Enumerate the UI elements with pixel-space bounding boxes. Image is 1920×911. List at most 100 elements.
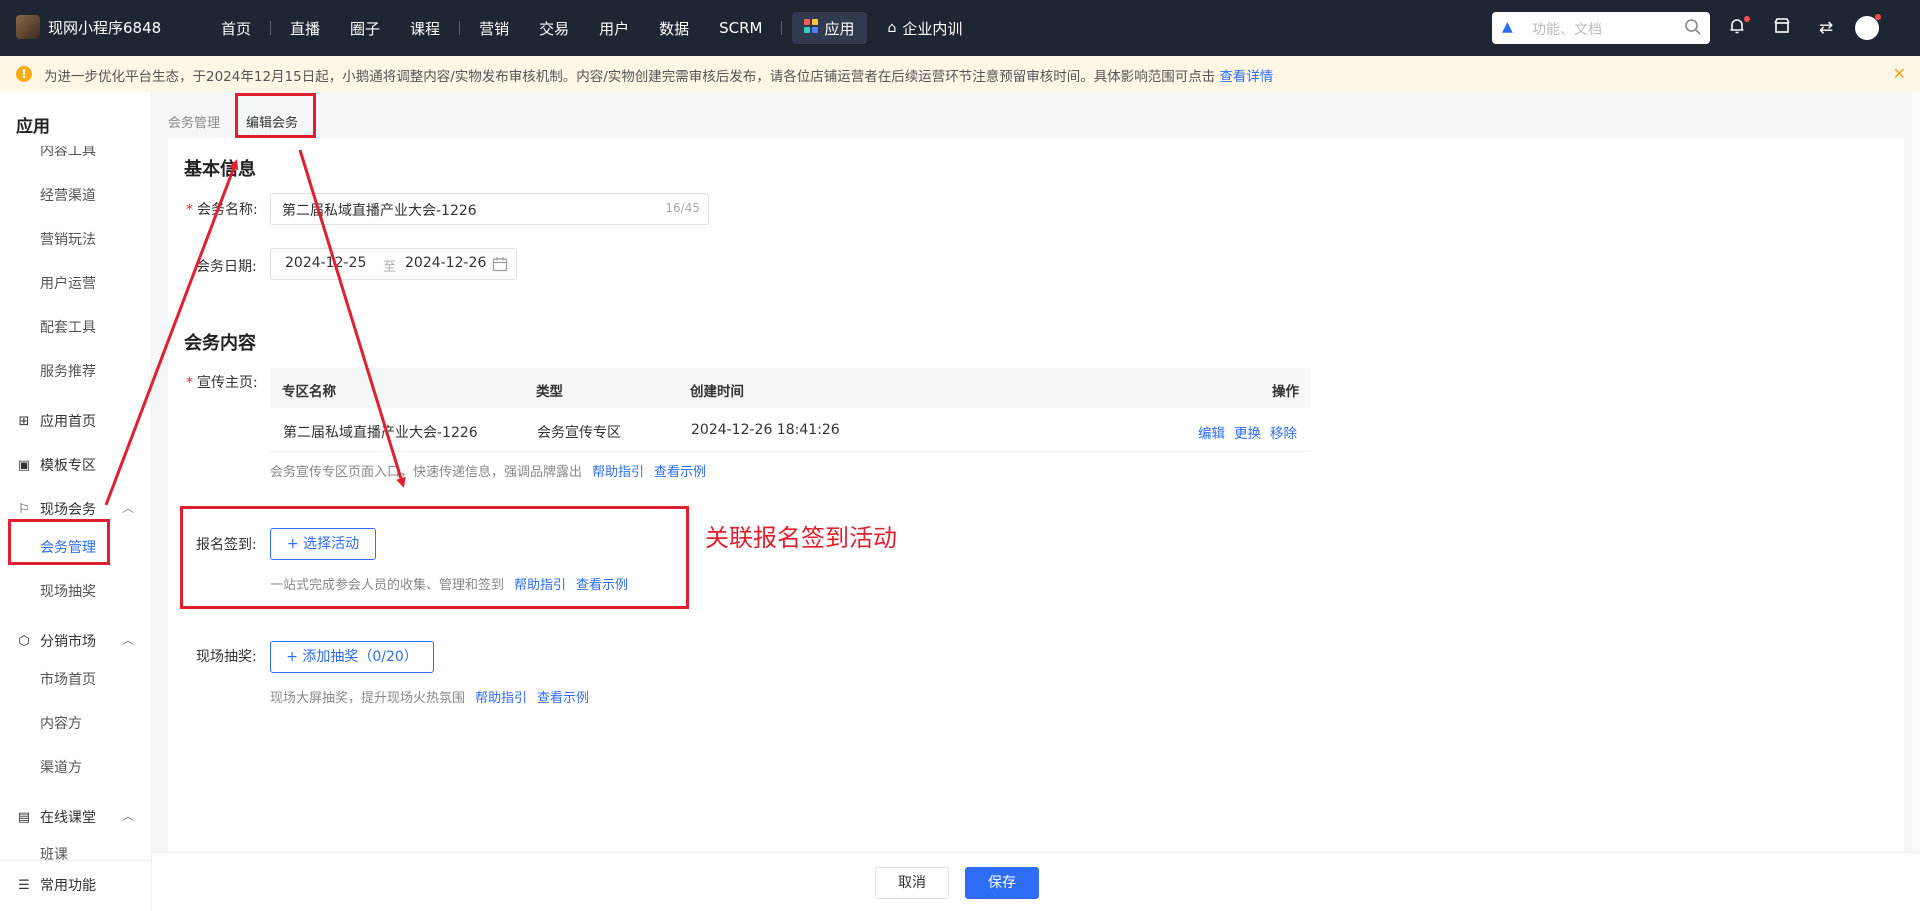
footer-bar: 取消 保存 xyxy=(152,852,1920,911)
annotation-text: 关联报名签到活动 xyxy=(705,524,897,552)
chevron-up-icon[interactable]: ︿ xyxy=(122,631,134,648)
sidebar-item-marketing-play[interactable]: 营销玩法 xyxy=(40,229,96,249)
search-placeholder: 功能、文档 xyxy=(1532,22,1602,38)
col-type: 类型 xyxy=(536,384,563,400)
sidebar-item-content-tools[interactable]: 内容工具 xyxy=(40,146,96,160)
promo-hint: 会务宣传专区页面入口，快速传递信息，强调品牌露出 帮助指引 查看示例 xyxy=(270,461,706,480)
sidebar-footer: ☰ 常用功能 xyxy=(0,860,151,911)
avatar[interactable] xyxy=(1855,16,1879,40)
sidebar-group-template[interactable]: ▣ 模板专区 xyxy=(16,455,96,475)
close-icon[interactable]: ✕ xyxy=(1893,64,1906,83)
promo-help-link[interactable]: 帮助指引 xyxy=(592,465,644,480)
notice-details-link[interactable]: 查看详情 xyxy=(1219,69,1273,85)
sidebar-item-channels[interactable]: 经营渠道 xyxy=(40,185,96,205)
nav-apps[interactable]: 应用 xyxy=(792,12,867,44)
sidebar-group-distribution[interactable]: ⬡ 分销市场 xyxy=(16,631,96,651)
flag-icon: ⚐ xyxy=(18,501,30,517)
sidebar-group-label: 分销市场 xyxy=(40,634,96,650)
lottery-help-link[interactable]: 帮助指引 xyxy=(475,691,527,706)
sidebar-common-functions[interactable]: ☰ 常用功能 xyxy=(16,875,96,895)
sidebar-group-app-home[interactable]: ⊞ 应用首页 xyxy=(16,411,96,431)
classroom-icon: ▤ xyxy=(17,809,31,825)
nav-marketing[interactable]: 营销 xyxy=(464,0,524,56)
promo-hint-text: 会务宣传专区页面入口，快速传递信息，强调品牌露出 xyxy=(270,465,583,480)
meeting-name-counter: 16/45 xyxy=(665,201,700,215)
avatar-dot xyxy=(1875,14,1881,20)
meeting-name-label-text: 会务名称: xyxy=(197,202,258,218)
promo-example-link[interactable]: 查看示例 xyxy=(654,465,706,480)
warning-icon: ! xyxy=(16,66,32,82)
meeting-name-value: 第二届私域直播产业大会-1226 xyxy=(282,203,477,219)
notice-text: 为进一步优化平台生态，于2024年12月15日起，小鹅通将调整内容/实物发布审核… xyxy=(44,65,1273,85)
breadcrumb-parent[interactable]: 会务管理 xyxy=(168,112,220,131)
sidebar: 应用 内容工具 经营渠道 营销玩法 用户运营 配套工具 服务推荐 ⊞ 应用首页 ▣… xyxy=(0,92,152,911)
sidebar-item-channel-side[interactable]: 渠道方 xyxy=(40,757,82,777)
date-end[interactable]: 2024-12-26 xyxy=(405,255,486,271)
edit-link[interactable]: 编辑 xyxy=(1198,422,1225,442)
sidebar-item-market-home[interactable]: 市场首页 xyxy=(40,669,96,689)
highlight-box-breadcrumb xyxy=(235,93,316,138)
top-navbar: 现网小程序6848 首页 直播 圈子 课程 营销 交易 用户 数据 SCRM 应… xyxy=(0,0,1920,56)
date-separator: 至 xyxy=(383,260,397,275)
nav-live[interactable]: 直播 xyxy=(275,0,335,56)
search-brand-icon: ▲ xyxy=(1502,19,1513,35)
switch-icon[interactable]: ⇄ xyxy=(1815,17,1837,39)
replace-link[interactable]: 更换 xyxy=(1234,422,1261,442)
table-divider xyxy=(270,451,1311,452)
search-icon[interactable] xyxy=(1684,18,1702,36)
nav-user[interactable]: 用户 xyxy=(584,0,644,56)
nav-home[interactable]: 首页 xyxy=(206,0,266,56)
nav-data[interactable]: 数据 xyxy=(644,0,704,56)
meeting-date-range[interactable]: 2024-12-25 至 2024-12-26 xyxy=(270,248,517,280)
sidebar-item-tools[interactable]: 配套工具 xyxy=(40,317,96,337)
date-start[interactable]: 2024-12-25 xyxy=(285,255,366,271)
sidebar-item-content-side[interactable]: 内容方 xyxy=(40,713,82,733)
promo-label: * 宣传主页: xyxy=(186,372,258,392)
sidebar-item-meeting-manage[interactable]: 会务管理 xyxy=(40,537,96,557)
cancel-button[interactable]: 取消 xyxy=(875,867,949,899)
save-button[interactable]: 保存 xyxy=(965,867,1039,899)
search-box[interactable]: ▲ 功能、文档 xyxy=(1492,12,1710,44)
required-mark: * xyxy=(186,375,193,391)
nav-divider xyxy=(781,21,783,35)
apps-grid-icon xyxy=(804,19,819,37)
nav-course[interactable]: 课程 xyxy=(395,0,455,56)
app-name[interactable]: 现网小程序6848 xyxy=(48,17,161,38)
sidebar-title: 应用 xyxy=(16,117,50,137)
sidebar-item-onsite-lottery[interactable]: 现场抽奖 xyxy=(40,581,96,601)
nav-scrm[interactable]: SCRM xyxy=(704,0,777,56)
store-icon[interactable] xyxy=(1771,17,1793,39)
chevron-up-icon[interactable]: ︿ xyxy=(122,499,134,516)
nav-apps-label: 应用 xyxy=(824,19,855,38)
sidebar-group-label: 现场会务 xyxy=(40,502,96,518)
nav-circle[interactable]: 圈子 xyxy=(335,0,395,56)
main-panel xyxy=(168,138,1904,852)
sidebar-group-label: 常用功能 xyxy=(40,878,96,894)
sidebar-group-label: 应用首页 xyxy=(40,414,96,430)
nav-corp-training-label: 企业内训 xyxy=(902,19,963,38)
add-lottery-button[interactable]: + 添加抽奖（0/20） xyxy=(270,641,434,673)
sidebar-item-user-ops[interactable]: 用户运营 xyxy=(40,273,96,293)
app-logo[interactable] xyxy=(16,15,40,39)
col-created: 创建时间 xyxy=(690,384,744,400)
meeting-date-label: 会务日期: xyxy=(196,259,257,275)
nav-corp-training[interactable]: ⌂ 企业内训 xyxy=(873,0,978,56)
lottery-example-link[interactable]: 查看示例 xyxy=(537,691,589,706)
scrollbar[interactable] xyxy=(1912,92,1920,911)
row-zone-name: 第二届私域直播产业大会-1226 xyxy=(283,425,478,441)
cube-icon: ⬡ xyxy=(18,633,30,649)
remove-link[interactable]: 移除 xyxy=(1270,422,1297,442)
required-mark: * xyxy=(186,202,193,218)
nav-trade[interactable]: 交易 xyxy=(524,0,584,56)
chevron-up-icon[interactable]: ︿ xyxy=(122,807,134,824)
notice-message: 为进一步优化平台生态，于2024年12月15日起，小鹅通将调整内容/实物发布审核… xyxy=(44,69,1216,85)
meeting-name-input[interactable]: 第二届私域直播产业大会-1226 16/45 xyxy=(270,193,709,225)
template-icon: ▣ xyxy=(17,457,31,473)
section-basic-info: 基本信息 xyxy=(184,159,256,180)
sidebar-group-onsite-meeting[interactable]: ⚐ 现场会务 xyxy=(16,499,96,519)
sidebar-group-label: 模板专区 xyxy=(40,458,96,474)
sidebar-item-services[interactable]: 服务推荐 xyxy=(40,361,96,381)
sidebar-group-online-class[interactable]: ▤ 在线课堂 xyxy=(16,807,96,827)
nav-divider xyxy=(459,21,461,35)
calendar-icon[interactable] xyxy=(492,256,508,276)
